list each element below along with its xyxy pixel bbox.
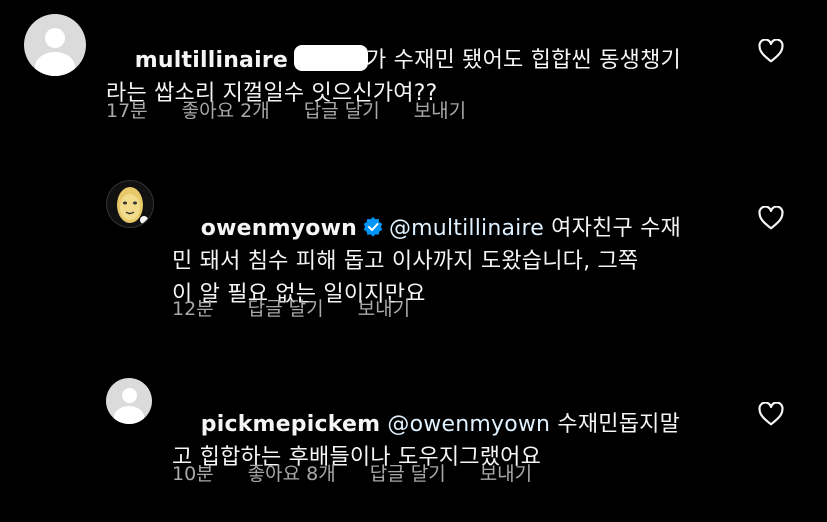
comment-time: 12분 [172, 298, 214, 320]
heart-icon[interactable] [758, 39, 784, 63]
comment-username[interactable]: multillinaire [135, 48, 288, 73]
comment-meta: 12분 답글 달기 보내기 [172, 294, 444, 321]
comment-username[interactable]: owenmyown [201, 216, 357, 241]
comment-time: 17분 [106, 100, 148, 122]
comment-username[interactable]: pickmepickem [201, 412, 380, 437]
default-avatar-icon[interactable] [24, 14, 86, 76]
send-button[interactable]: 보내기 [358, 294, 410, 321]
avatar[interactable] [106, 180, 154, 228]
heart-icon[interactable] [758, 402, 784, 426]
comment-text: pickmepickem @owenmyown 수재민돕지말 고 힙합하는 후배들… [172, 375, 680, 507]
comment-body-line2: 민 돼서 침수 피해 돕고 이사까지 도왔습니다, 그쪽 [172, 249, 639, 274]
verified-badge-icon [363, 217, 383, 237]
redacted-name [294, 45, 369, 71]
comment-body-line1: 수재민돕지말 [550, 412, 681, 437]
comment-text: multillinaire 가 수재민 됐어도 힙합씬 동생챙기 라는 쌉소리 지껄… [106, 11, 681, 143]
default-avatar-icon[interactable] [106, 378, 152, 424]
heart-icon[interactable] [758, 206, 784, 230]
profile-mask-icon [117, 187, 148, 224]
comment-body-line1: 여자친구 수재 [543, 216, 681, 241]
comment-1: multillinaire 가 수재민 됐어도 힙합씬 동생챙기 라는 쌉소리 지껄… [0, 0, 827, 140]
comment-meta: 10분 좋아요 8개 답글 달기 보내기 [172, 459, 566, 486]
comment-body-line1: 가 수재민 됐어도 힙합씬 동생챙기 [366, 48, 681, 73]
comment-2: owenmyown @multillinaire 여자친구 수재민 돼서 침수 피… [0, 170, 827, 320]
reply-button[interactable]: 답글 달기 [370, 459, 446, 486]
likes-count[interactable]: 좋아요 2개 [182, 96, 270, 123]
reply-button[interactable]: 답글 달기 [304, 96, 380, 123]
likes-count[interactable]: 좋아요 8개 [248, 459, 336, 486]
comment-meta: 17분 좋아요 2개 답글 달기 보내기 [106, 96, 500, 123]
send-button[interactable]: 보내기 [480, 459, 532, 486]
comment-3: pickmepickem @owenmyown 수재민돕지말 고 힙합하는 후배들… [0, 370, 827, 520]
comment-time: 10분 [172, 463, 214, 485]
send-button[interactable]: 보내기 [414, 96, 466, 123]
reply-button[interactable]: 답글 달기 [248, 294, 324, 321]
mention-link[interactable]: @owenmyown [387, 412, 550, 437]
mention-link[interactable]: @multillinaire [389, 216, 544, 241]
